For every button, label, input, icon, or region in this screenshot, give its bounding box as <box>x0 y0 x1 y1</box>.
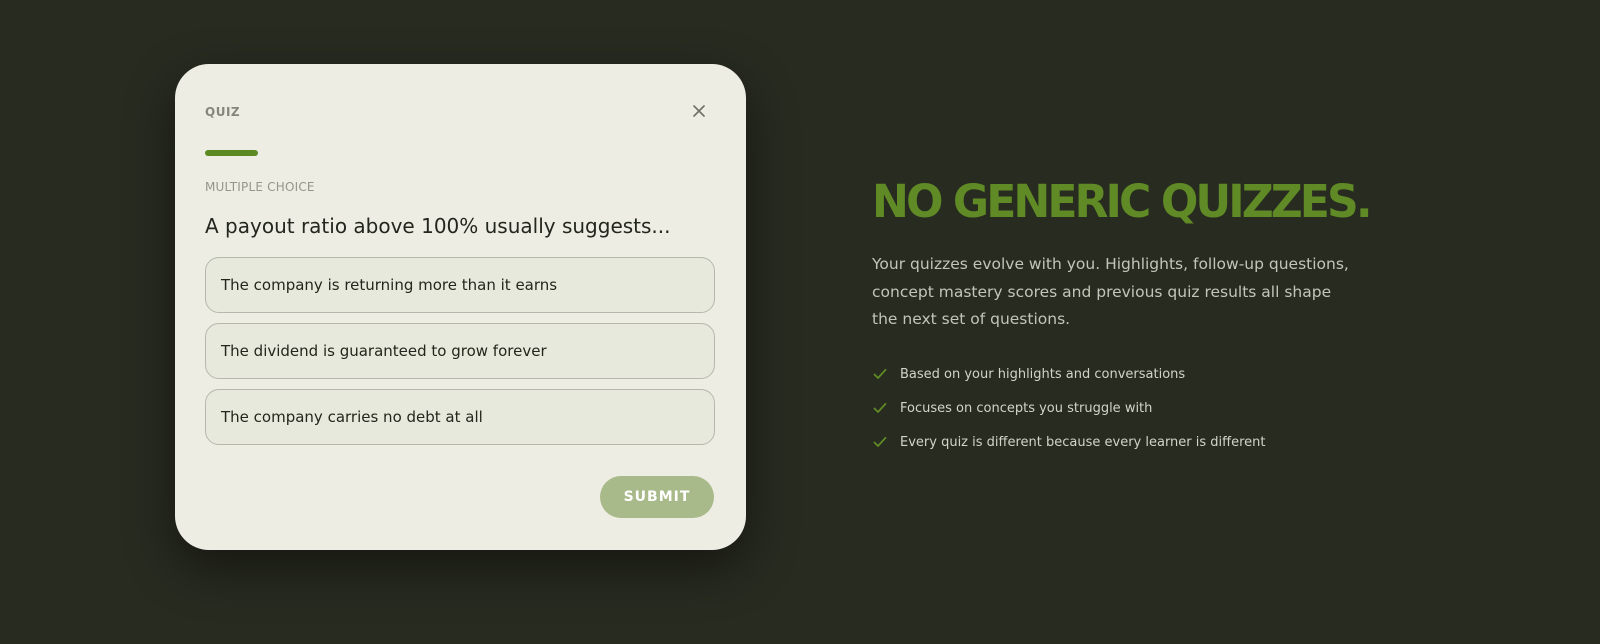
check-icon <box>873 401 887 415</box>
promo-headline: NO GENERIC QUIZZES. <box>872 175 1373 228</box>
quiz-label: QUIZ <box>205 105 241 119</box>
submit-button[interactable]: SUBMIT <box>600 476 714 518</box>
promo-description: Your quizzes evolve with you. Highlights… <box>872 255 1349 328</box>
quiz-card: QUIZ MULTIPLE CHOICE A payout ratio abov… <box>175 64 746 550</box>
check-icon <box>873 435 887 449</box>
question-type: MULTIPLE CHOICE <box>205 180 315 194</box>
answer-option[interactable]: The dividend is guaranteed to grow forev… <box>205 323 715 379</box>
check-icon <box>873 367 887 381</box>
progress-bar <box>205 150 373 156</box>
feature-label: Every quiz is different because every le… <box>900 434 1266 450</box>
close-button[interactable] <box>688 100 710 122</box>
progress-fill <box>205 150 258 156</box>
feature-item: Based on your highlights and conversatio… <box>873 357 1266 391</box>
feature-list: Based on your highlights and conversatio… <box>873 357 1266 459</box>
feature-label: Based on your highlights and conversatio… <box>900 366 1186 382</box>
close-icon <box>693 102 705 121</box>
feature-item: Focuses on concepts you struggle with <box>873 391 1266 425</box>
feature-label: Focuses on concepts you struggle with <box>900 400 1153 416</box>
feature-item: Every quiz is different because every le… <box>873 425 1266 459</box>
answer-options: The company is returning more than it ea… <box>205 257 715 455</box>
question-text: A payout ratio above 100% usually sugges… <box>205 214 671 238</box>
answer-option[interactable]: The company carries no debt at all <box>205 389 715 445</box>
answer-option[interactable]: The company is returning more than it ea… <box>205 257 715 313</box>
